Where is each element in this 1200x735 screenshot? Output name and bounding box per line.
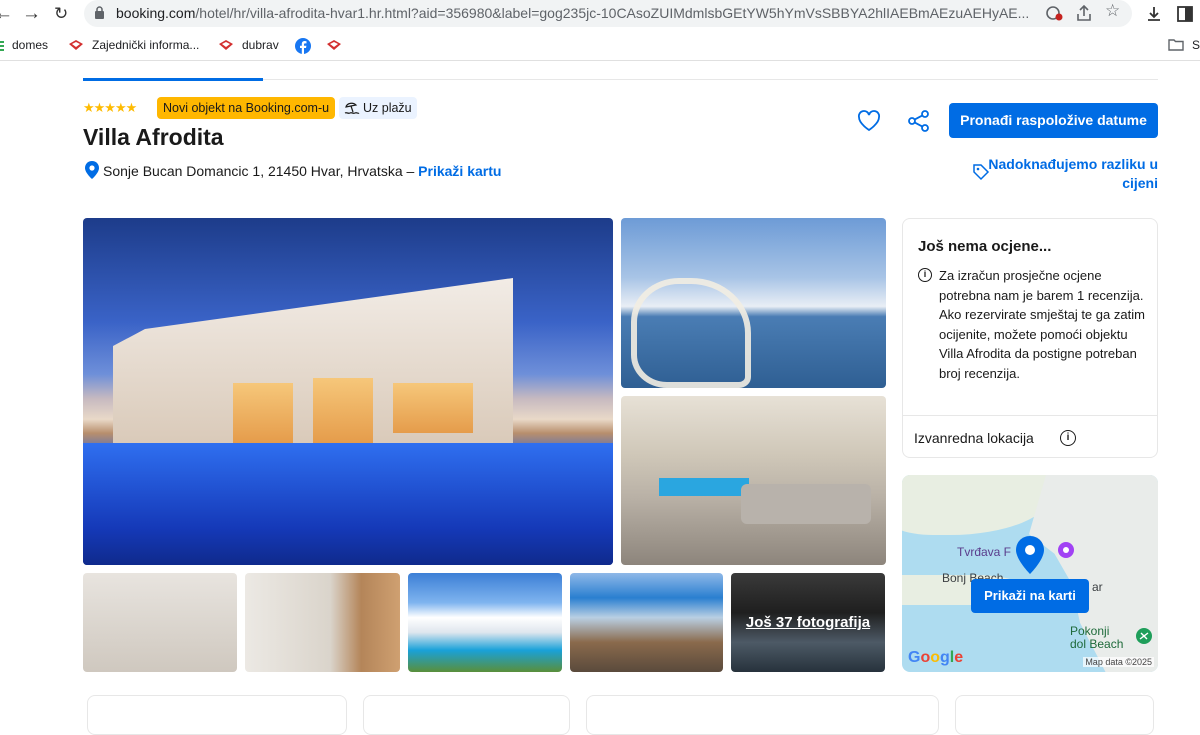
- folder-icon: [1168, 38, 1184, 54]
- photo-window-glow: [393, 383, 473, 433]
- property-title: Villa Afrodita: [83, 124, 224, 150]
- forward-icon[interactable]: →: [22, 2, 41, 26]
- beachfront-badge: Uz plažu: [339, 97, 417, 119]
- facility-card: [363, 695, 570, 735]
- photo-window-glow: [233, 383, 293, 443]
- cookie-icon[interactable]: [1045, 4, 1063, 22]
- favicon-icon: [218, 39, 234, 54]
- favicon-icon: [326, 39, 342, 54]
- map-location-pin-icon: [1016, 536, 1044, 574]
- photo-pool: [83, 443, 613, 565]
- url-text: booking.com/hotel/hr/villa-afrodita-hvar…: [116, 5, 1116, 21]
- review-score-card: Još nema ocjene... i Za izračun prosječn…: [902, 218, 1158, 458]
- bookmark-booking[interactable]: [326, 38, 350, 54]
- review-title: Još nema ocjene...: [918, 238, 1052, 255]
- new-property-badge: Novi objekt na Booking.com-u: [157, 97, 336, 119]
- facebook-icon: [295, 38, 311, 57]
- url-host: booking.com: [116, 5, 196, 21]
- map-label-partial: ar: [1092, 580, 1103, 594]
- address-bar[interactable]: booking.com/hotel/hr/villa-afrodita-hvar…: [84, 0, 1132, 27]
- property-address: Sonje Bucan Domancic 1, 21450 Hvar, Hrva…: [85, 161, 501, 179]
- side-panel-icon[interactable]: [1176, 5, 1194, 23]
- price-match-label: Nadoknađujemo razliku u cijeni: [988, 156, 1158, 191]
- map-label-pokonji-beach: Pokonji dol Beach: [1070, 624, 1124, 651]
- show-on-map-button[interactable]: Prikaži na karti: [971, 579, 1089, 613]
- review-explanation: Za izračun prosječne ocjene potrebna nam…: [939, 268, 1145, 381]
- bookmark-star-icon[interactable]: ☆: [1105, 1, 1120, 21]
- apps-icon: [0, 40, 4, 54]
- browser-toolbar: ← → ↻ booking.com/hotel/hr/villa-afrodit…: [0, 0, 1200, 28]
- thumbnail-bedroom[interactable]: [83, 573, 237, 672]
- facility-card: [955, 695, 1154, 735]
- photo-window-glow: [313, 378, 373, 443]
- bookmark-label: domes: [12, 38, 49, 52]
- beachfront-label: Uz plažu: [363, 101, 412, 115]
- find-dates-button[interactable]: Pronađi raspoložive datume: [949, 103, 1158, 138]
- info-icon: i: [918, 268, 932, 282]
- main-photo[interactable]: [83, 218, 613, 565]
- photo-sea-view[interactable]: [621, 218, 886, 388]
- attraction-icon: [1058, 542, 1074, 558]
- facility-card: [87, 695, 347, 735]
- active-tab-indicator: [83, 78, 263, 81]
- favicon-icon: [68, 39, 84, 54]
- thumbnail-terrace-dining[interactable]: [570, 573, 723, 672]
- photo-chair-shape: [631, 278, 751, 388]
- facility-card: [586, 695, 939, 735]
- photo-sofa-shape: [741, 484, 871, 524]
- bookmark-label: dubrav: [242, 38, 279, 52]
- bookmark-zajednicki[interactable]: Zajednički informa...: [68, 38, 199, 54]
- thumbnail-more-photos[interactable]: Još 37 fotografija: [731, 573, 885, 672]
- url-path: /hotel/hr/villa-afrodita-hvar1.hr.html?a…: [195, 5, 1030, 21]
- map-attribution: Map data ©2025: [1083, 657, 1154, 667]
- photo-living-room[interactable]: [621, 396, 886, 565]
- bookmark-label: S: [1192, 38, 1200, 52]
- bookmark-facebook[interactable]: [295, 38, 319, 57]
- thumbnail-villa-exterior[interactable]: [408, 573, 562, 672]
- google-logo: Google: [908, 649, 964, 666]
- share-page-icon[interactable]: [1075, 4, 1093, 22]
- card-divider: [903, 415, 1157, 416]
- location-pin-icon: [85, 161, 99, 179]
- map-label-fortress: Tvrđava F: [957, 545, 1012, 559]
- beach-poi-icon: [1136, 628, 1152, 644]
- beach-icon: [344, 102, 360, 114]
- share-icon[interactable]: [907, 110, 931, 132]
- star-rating: ★★★★★: [83, 100, 137, 115]
- bookmark-folder[interactable]: S: [1168, 38, 1200, 54]
- map-land: [902, 475, 1052, 535]
- info-icon[interactable]: i: [1060, 430, 1076, 446]
- map-preview[interactable]: Tvrđava F Bonj Beach ar Pokonji dol Beac…: [902, 475, 1158, 672]
- site-info-icon[interactable]: [94, 6, 105, 19]
- thumbnail-bathroom[interactable]: [245, 573, 400, 672]
- price-match-link[interactable]: Nadoknađujemo razliku u cijeni: [972, 155, 1158, 193]
- more-photos-link[interactable]: Još 37 fotografija: [731, 614, 885, 631]
- back-icon[interactable]: ←: [0, 2, 13, 26]
- bookmark-dubrav[interactable]: dubrav: [218, 38, 279, 54]
- location-highlight: Izvanredna lokacija: [914, 430, 1034, 446]
- bookmarks-bar: domes Zajednički informa... dubrav S: [0, 31, 1200, 61]
- address-text: Sonje Bucan Domancic 1, 21450 Hvar, Hrva…: [103, 163, 415, 179]
- show-map-link[interactable]: Prikaži kartu: [418, 163, 501, 179]
- bookmark-label: Zajednički informa...: [92, 38, 200, 52]
- bookmark-domes[interactable]: domes: [0, 38, 48, 54]
- price-tag-icon: [973, 164, 990, 181]
- heart-icon[interactable]: [857, 110, 881, 132]
- download-icon[interactable]: [1145, 5, 1163, 23]
- photo-pool-shape: [659, 478, 749, 496]
- reload-icon[interactable]: ↻: [54, 2, 68, 26]
